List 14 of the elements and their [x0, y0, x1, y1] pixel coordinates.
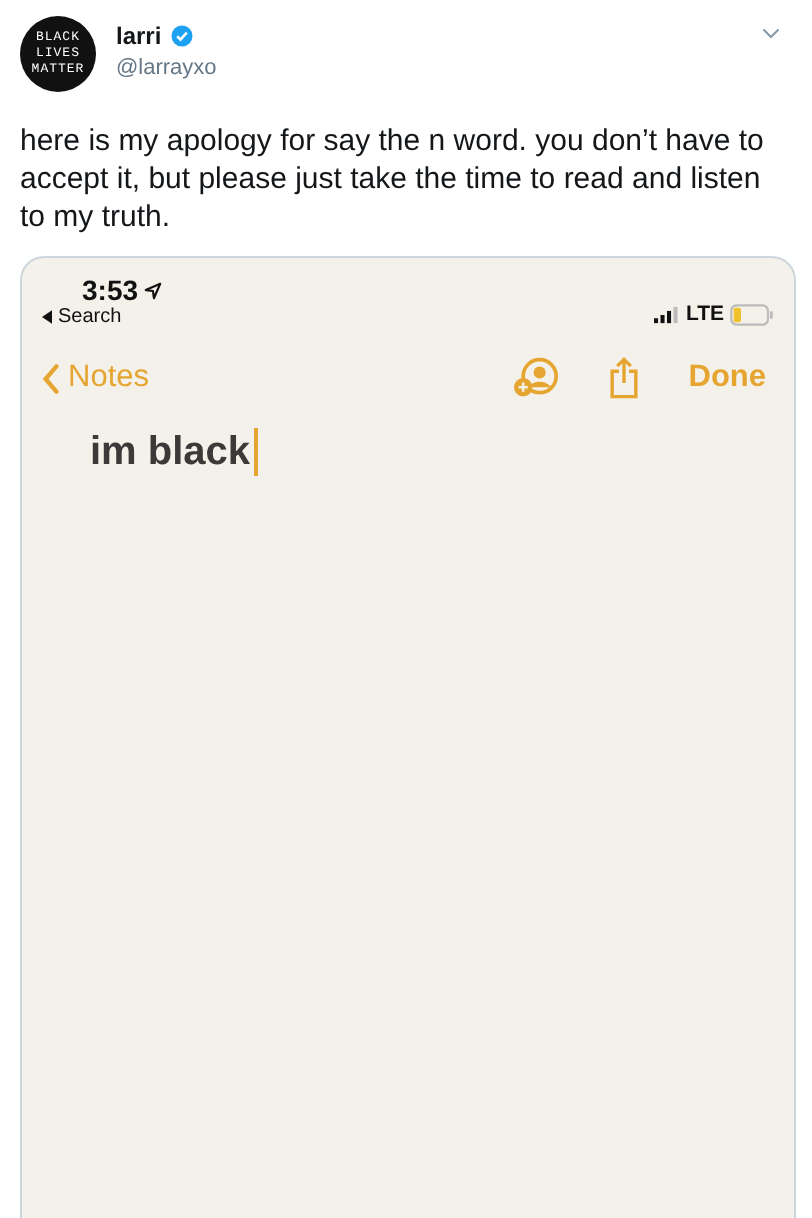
- author-name[interactable]: larri: [116, 22, 162, 50]
- tweet-text: here is my apology for say the n word. you don’t have to accept it, but please just take the time to read and listen to my truth.: [20, 122, 766, 236]
- location-arrow-icon: [144, 281, 163, 299]
- signal-icon: [653, 305, 680, 323]
- chevron-left-icon: [42, 363, 60, 393]
- back-to-search-link[interactable]: Search: [58, 306, 122, 328]
- note-title[interactable]: im black: [90, 429, 251, 475]
- status-time: 3:53: [82, 274, 139, 306]
- battery-icon: [730, 303, 774, 325]
- add-person-icon[interactable]: [512, 356, 561, 400]
- network-label: LTE: [685, 302, 724, 326]
- caret-icon[interactable]: [762, 28, 780, 40]
- back-triangle-icon[interactable]: [42, 310, 52, 324]
- author-handle[interactable]: @larrayxo: [116, 56, 742, 80]
